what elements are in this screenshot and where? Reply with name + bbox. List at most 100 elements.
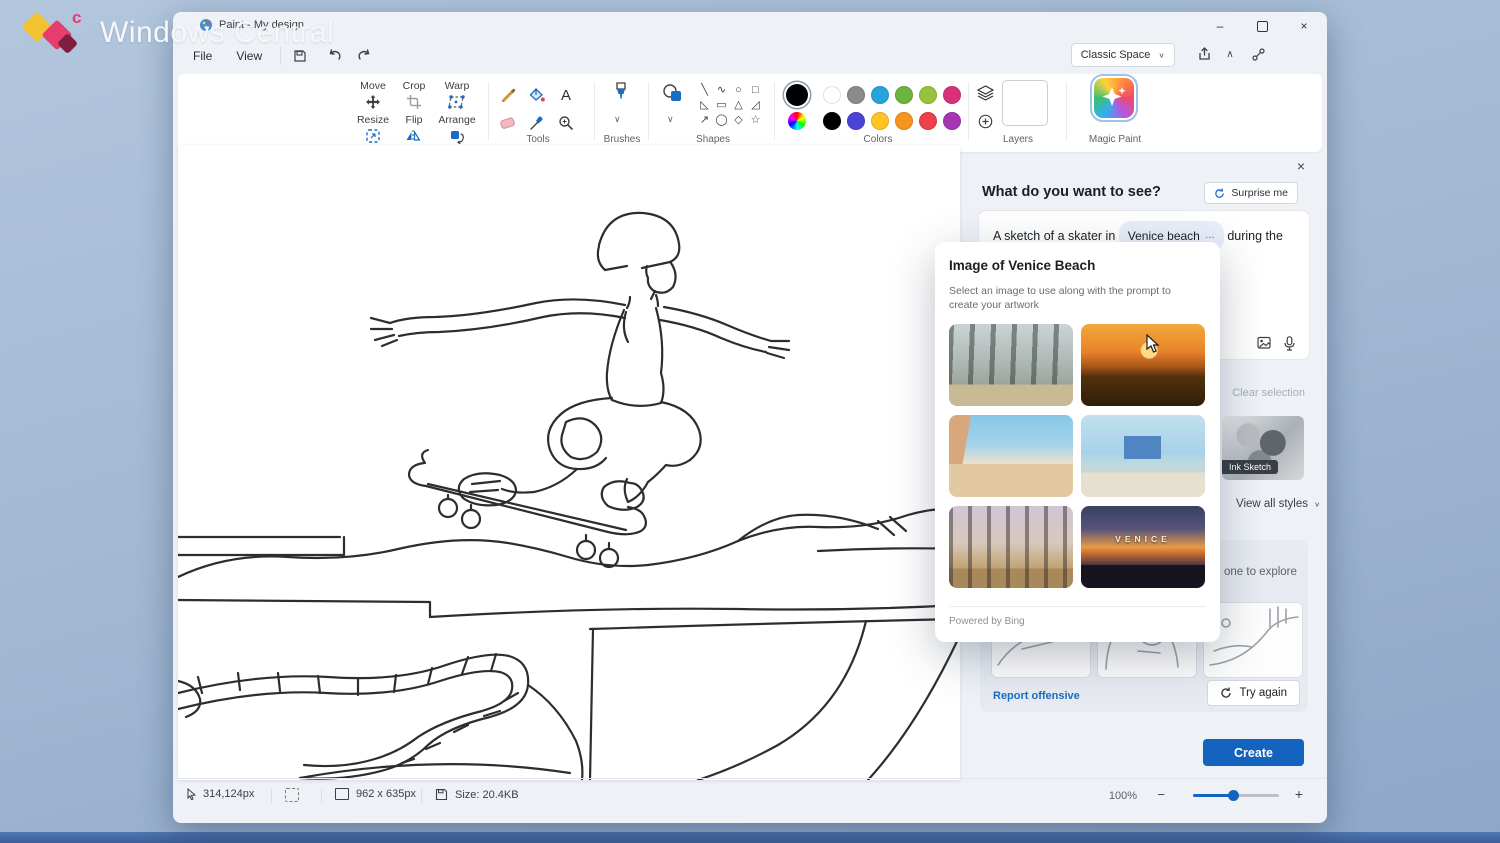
- statusbar: 314,124px 962 x 635px Size: 20.4KB 100% …: [173, 778, 1327, 813]
- magic-paint-group-label: Magic Paint: [1085, 134, 1145, 145]
- eraser-tool[interactable]: [497, 112, 519, 134]
- colors-group: Colors: [778, 74, 978, 152]
- shape-triangle[interactable]: △: [731, 97, 746, 112]
- minimize-button[interactable]: –: [1199, 12, 1241, 40]
- eyedropper-icon: [529, 115, 545, 131]
- zoom-out-button[interactable]: −: [1157, 787, 1165, 802]
- shape-polygon[interactable]: ◺: [697, 97, 712, 112]
- fill-bucket-icon: [528, 87, 546, 104]
- zoom-slider[interactable]: [1193, 794, 1279, 797]
- flip-tool[interactable]: Flip: [391, 114, 437, 149]
- arrange-tool[interactable]: Arrange: [434, 114, 480, 149]
- skater-sketch: [178, 145, 960, 780]
- warp-tool[interactable]: Warp: [434, 80, 480, 115]
- swatch-black[interactable]: [823, 112, 841, 130]
- move-tool[interactable]: Move: [350, 80, 396, 115]
- redo-button[interactable]: [351, 45, 377, 67]
- color-wheel-picker[interactable]: [788, 112, 806, 130]
- layer-thumbnail[interactable]: [1002, 80, 1048, 126]
- sidebar-heading: What do you want to see?: [982, 184, 1161, 200]
- close-button[interactable]: ×: [1283, 12, 1325, 40]
- tools-group-label: Tools: [508, 134, 568, 145]
- swatch-green[interactable]: [895, 86, 913, 104]
- shape-oval[interactable]: ◯: [714, 112, 729, 127]
- swatch-white[interactable]: [823, 86, 841, 104]
- fill-tool[interactable]: [526, 84, 548, 106]
- popup-image-lifeguard-tower[interactable]: [1081, 415, 1205, 497]
- maximize-button[interactable]: [1241, 12, 1283, 40]
- share-icon: [1197, 47, 1212, 62]
- titlebar[interactable]: Paint - My design – ×: [173, 12, 1327, 40]
- connect-button[interactable]: [1245, 43, 1271, 65]
- popup-divider: [949, 606, 1206, 607]
- brush-icon: [612, 82, 630, 104]
- swatch-yellow[interactable]: [871, 112, 889, 130]
- microphone-icon[interactable]: [1284, 336, 1295, 351]
- shape-rounded-rect[interactable]: ▭: [714, 97, 729, 112]
- brushes-chevron[interactable]: ∨: [614, 114, 621, 125]
- drawing-canvas[interactable]: [178, 145, 960, 780]
- view-all-styles-link[interactable]: View all styles ∨: [1236, 498, 1321, 510]
- layers-group: Layers: [974, 74, 1060, 152]
- collapse-ribbon-button[interactable]: ∧: [1217, 43, 1243, 65]
- popup-image-boardwalk-cyclists[interactable]: [949, 415, 1073, 497]
- magnifier-tool[interactable]: [555, 112, 577, 134]
- redo-icon: [357, 49, 372, 63]
- add-layer-icon: [978, 114, 993, 129]
- crop-icon: [406, 94, 422, 110]
- layers-group-label: Layers: [988, 134, 1048, 145]
- pencil-tool[interactable]: [497, 84, 519, 106]
- swatch-orange[interactable]: [895, 112, 913, 130]
- swatch-gray[interactable]: [847, 86, 865, 104]
- brush-tool[interactable]: [610, 82, 632, 104]
- swatch-magenta[interactable]: [943, 86, 961, 104]
- sidebar-close-icon[interactable]: ×: [1291, 156, 1311, 176]
- pencil-icon: [500, 87, 517, 104]
- popup-image-boardwalk-palms[interactable]: [949, 324, 1073, 406]
- shapes-tool[interactable]: [662, 82, 684, 104]
- layers-button[interactable]: [974, 82, 996, 104]
- theme-dropdown[interactable]: Classic Space ∨: [1071, 43, 1175, 67]
- crop-tool[interactable]: Crop: [391, 80, 437, 115]
- shape-star[interactable]: ☆: [748, 112, 763, 127]
- shapes-group-label: Shapes: [683, 134, 743, 145]
- color-picker-tool[interactable]: [526, 112, 548, 134]
- popup-image-palms-dusk[interactable]: [949, 506, 1073, 588]
- popup-subtitle: Select an image to use along with the pr…: [949, 284, 1201, 312]
- popup-image-skatepark-sunset[interactable]: [1081, 324, 1205, 406]
- shape-rectangle[interactable]: □: [748, 82, 763, 97]
- shape-curve[interactable]: ∿: [714, 82, 729, 97]
- canvas-size-icon: [335, 788, 349, 800]
- swatch-light-green[interactable]: [919, 86, 937, 104]
- image-picker-popup: Image of Venice Beach Select an image to…: [935, 242, 1220, 642]
- shape-ellipse[interactable]: ○: [731, 82, 746, 97]
- zoom-slider-thumb[interactable]: [1228, 790, 1239, 801]
- taskbar-edge[interactable]: [0, 832, 1500, 843]
- style-thumbnail-ink-sketch[interactable]: Ink Sketch: [1222, 416, 1304, 480]
- try-again-button[interactable]: Try again: [1207, 680, 1300, 706]
- popup-image-venice-sign[interactable]: VENICE: [1081, 506, 1205, 588]
- add-layer-button[interactable]: [974, 110, 996, 132]
- shape-arrow[interactable]: ↗: [697, 112, 712, 127]
- shape-diamond[interactable]: ◇: [731, 112, 746, 127]
- swatch-purple[interactable]: [943, 112, 961, 130]
- magic-paint-button[interactable]: [1094, 78, 1134, 118]
- swatch-blue[interactable]: [871, 86, 889, 104]
- swatch-indigo[interactable]: [847, 112, 865, 130]
- text-tool[interactable]: A: [555, 84, 577, 106]
- create-button[interactable]: Create: [1203, 739, 1304, 766]
- swatch-red[interactable]: [919, 112, 937, 130]
- shapes-chevron[interactable]: ∨: [667, 114, 674, 125]
- report-offensive-link[interactable]: Report offensive: [993, 690, 1080, 702]
- share-button[interactable]: [1191, 43, 1217, 65]
- resize-tool[interactable]: Resize: [350, 114, 396, 149]
- surprise-me-button[interactable]: Surprise me: [1204, 182, 1298, 204]
- shape-right-triangle[interactable]: ◿: [748, 97, 763, 112]
- clear-selection-link[interactable]: Clear selection: [1232, 387, 1305, 399]
- add-image-icon[interactable]: [1257, 336, 1272, 350]
- flip-icon: [405, 128, 423, 144]
- style-label: Ink Sketch: [1222, 460, 1278, 474]
- zoom-in-button[interactable]: +: [1295, 786, 1303, 802]
- current-color-swatch[interactable]: [786, 84, 808, 106]
- shape-line[interactable]: ╲: [697, 82, 712, 97]
